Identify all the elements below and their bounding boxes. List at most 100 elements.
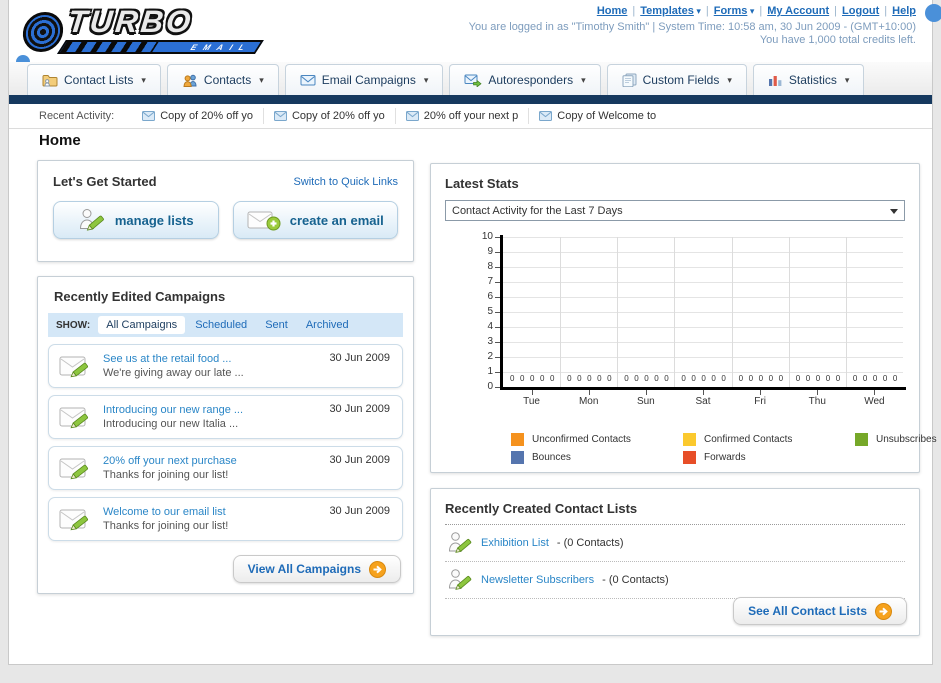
chart-xtick xyxy=(874,390,876,395)
recent-activity-item[interactable]: 20% off your next p xyxy=(394,108,529,124)
chevron-down-icon: ▾ xyxy=(423,74,429,85)
tab-statistics[interactable]: Statistics ▾ xyxy=(752,64,865,95)
chart-group-separator xyxy=(731,237,733,387)
tab-contacts[interactable]: Contacts ▾ xyxy=(166,64,279,95)
campaign-item[interactable]: 20% off your next purchase Thanks for joi… xyxy=(48,446,403,490)
contact-list-item[interactable]: Exhibition List - (0 Contacts) xyxy=(445,525,905,562)
manage-lists-button[interactable]: manage lists xyxy=(53,201,219,239)
recent-activity-item-label: Copy of 20% off yo xyxy=(291,110,385,122)
chart-value-label: 0 xyxy=(852,374,858,383)
app-logo: TURBO EMAIL xyxy=(20,4,276,60)
recent-activity-bar: Recent Activity: Copy of 20% off yo Copy … xyxy=(9,104,932,129)
tab-autoresponders[interactable]: Autoresponders ▾ xyxy=(449,64,601,95)
get-started-title: Let's Get Started xyxy=(53,174,157,189)
chart-group-separator xyxy=(845,237,847,387)
recent-activity-item[interactable]: Copy of Welcome to xyxy=(528,108,666,124)
filter-scheduled[interactable]: Scheduled xyxy=(187,316,255,334)
contact-list-name-link[interactable]: Exhibition List xyxy=(481,537,549,549)
decor-circle-icon xyxy=(925,4,941,22)
header-link-logout[interactable]: Logout xyxy=(842,5,879,17)
campaign-subtitle: Thanks for joining our list! xyxy=(103,469,229,481)
latest-stats-title: Latest Stats xyxy=(445,176,519,191)
chart-value-label: 0 xyxy=(530,374,535,383)
recent-activity-label: Recent Activity: xyxy=(39,110,115,122)
chart-value-label: 0 xyxy=(721,374,726,383)
chart-gridline xyxy=(503,357,903,358)
chart-value-label: 0 xyxy=(862,374,868,383)
custom-fields-icon xyxy=(622,73,637,87)
campaign-icon xyxy=(59,455,95,481)
filter-all-campaigns[interactable]: All Campaigns xyxy=(98,316,186,334)
chart-ytick-label: 5 xyxy=(487,306,493,317)
contact-list-count: - (0 Contacts) xyxy=(602,574,669,586)
envelope-icon xyxy=(142,111,156,121)
header-link-templates[interactable]: Templates xyxy=(640,5,694,17)
legend-swatch-icon xyxy=(511,451,524,464)
chart-day-label: Tue xyxy=(523,396,540,407)
switch-quick-links-link[interactable]: Switch to Quick Links xyxy=(293,176,398,188)
chart-ytick-label: 7 xyxy=(487,276,493,287)
header-link-my-account[interactable]: My Account xyxy=(767,5,829,17)
chart-value-label: 0 xyxy=(587,374,592,383)
chart-xtick xyxy=(588,390,590,395)
header-link-home[interactable]: Home xyxy=(597,5,628,17)
statistics-icon xyxy=(768,74,783,87)
create-an-email-button[interactable]: create an email xyxy=(232,201,398,239)
see-all-contact-lists-button[interactable]: See All Contact Lists xyxy=(733,597,907,625)
chart-ytick-label: 9 xyxy=(487,246,493,257)
chart-xtick xyxy=(817,390,819,395)
chart-day-label: Wed xyxy=(864,396,885,407)
logo-subtitle: EMAIL xyxy=(188,43,254,52)
recently-edited-campaigns-panel: Recently Edited Campaigns SHOW: All Camp… xyxy=(37,276,414,594)
chart-value-label: 0 xyxy=(664,374,669,383)
chart-xtick xyxy=(645,390,647,395)
chart-xtick xyxy=(760,390,762,395)
chevron-down-icon: ▾ xyxy=(747,6,755,16)
envelope-icon xyxy=(273,111,287,121)
chart-y-axis xyxy=(500,235,503,390)
filter-sent[interactable]: Sent xyxy=(257,316,296,334)
tab-email-campaigns[interactable]: Email Campaigns ▾ xyxy=(284,64,444,95)
chart-value-label: 0 xyxy=(550,374,555,383)
logo-bar: EMAIL xyxy=(56,40,264,54)
envelope-icon xyxy=(405,111,419,121)
legend-label: Unsubscribes xyxy=(876,434,937,445)
tab-custom-fields[interactable]: Custom Fields ▾ xyxy=(606,64,747,95)
header-link-forms[interactable]: Forms xyxy=(714,5,748,17)
contact-list-name-link[interactable]: Newsletter Subscribers xyxy=(481,574,594,586)
header-link-help[interactable]: Help xyxy=(892,5,916,17)
contact-list-item[interactable]: Newsletter Subscribers - (0 Contacts) xyxy=(445,562,905,599)
chart-value-label: 0 xyxy=(691,374,696,383)
tab-label: Contacts xyxy=(203,73,252,87)
campaign-item[interactable]: Welcome to our email list Thanks for join… xyxy=(48,497,403,541)
legend-item: Confirmed Contacts xyxy=(683,433,855,446)
chart-value-label: 0 xyxy=(748,374,754,383)
chart-gridline xyxy=(503,237,903,238)
chart-day-label: Thu xyxy=(808,396,826,407)
legend-swatch-icon xyxy=(683,433,696,446)
tab-contact-lists[interactable]: Contact Lists ▾ xyxy=(27,64,161,95)
get-started-buttons: manage lists create an email xyxy=(53,201,398,239)
campaign-item[interactable]: Introducing our new range ... Introducing… xyxy=(48,395,403,439)
recent-activity-item-label: Copy of 20% off yo xyxy=(160,110,253,122)
latest-stats-panel: Latest Stats Contact Activity for the La… xyxy=(430,163,937,473)
filter-archived[interactable]: Archived xyxy=(298,316,357,334)
chart-gridline xyxy=(503,312,903,313)
chart-day-label: Mon xyxy=(578,396,599,407)
legend-item: Unsubscribes xyxy=(855,433,937,446)
recent-activity-item[interactable]: Copy of 20% off yo xyxy=(262,108,395,124)
autoresponders-icon xyxy=(464,74,482,87)
chart-xtick xyxy=(531,390,533,395)
navy-divider-bar xyxy=(9,95,932,104)
login-status: You are logged in as "Timothy Smith" | S… xyxy=(468,21,916,33)
recent-activity-item[interactable]: Copy of 20% off yo xyxy=(132,108,263,124)
envelope-icon xyxy=(539,111,553,121)
see-all-contact-lists-label: See All Contact Lists xyxy=(748,604,867,618)
chart-value-label: 0 xyxy=(758,374,764,383)
chart-gridline xyxy=(503,297,903,298)
view-all-campaigns-button[interactable]: View All Campaigns xyxy=(232,555,401,583)
stats-report-dropdown[interactable]: Contact Activity for the Last 7 Days xyxy=(445,200,905,221)
main-nav-tabbar: Contact Lists ▾ Contacts ▾ Email Campaigns ▾ A… xyxy=(9,62,932,95)
campaign-item[interactable]: See us at the retail food ... We're givin… xyxy=(48,344,403,388)
page-title: Home xyxy=(39,132,81,149)
